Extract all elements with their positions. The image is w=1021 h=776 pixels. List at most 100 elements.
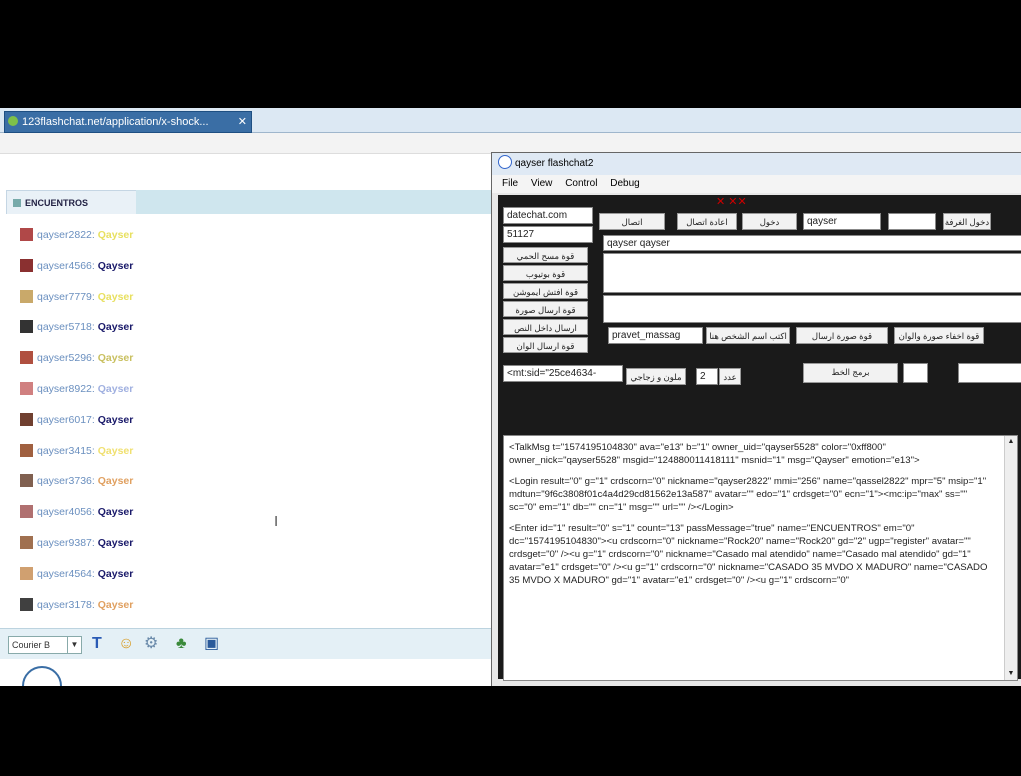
- message-text: Qayser: [97, 506, 134, 519]
- password-field[interactable]: [888, 213, 936, 230]
- chevron-down-icon: ▼: [67, 637, 81, 653]
- avatar-icon[interactable]: [20, 566, 33, 580]
- small-field[interactable]: [903, 363, 928, 383]
- program-font-button[interactable]: برمج الخط: [803, 363, 898, 383]
- browser-bar: [0, 133, 1021, 154]
- menu-debug[interactable]: Debug: [610, 178, 639, 189]
- menu-file[interactable]: File: [502, 178, 518, 189]
- username-field[interactable]: qayser: [803, 213, 881, 230]
- left-button-3[interactable]: قوة افتش ايموشن: [503, 283, 588, 299]
- message-nick[interactable]: qayser3736:: [37, 475, 95, 487]
- room-name: ENCUENTROS: [25, 198, 89, 208]
- message-nick[interactable]: qayser9387:: [37, 537, 95, 549]
- app-icon: [498, 155, 512, 169]
- chat-message: qayser8922: Qayser: [20, 380, 133, 398]
- left-button-1[interactable]: قوة مسح الحمي: [503, 247, 588, 263]
- server-field[interactable]: datechat.com: [503, 207, 593, 224]
- color-glass-button[interactable]: ملون و زجاجي: [626, 368, 686, 385]
- window-icon[interactable]: ▣: [204, 634, 219, 654]
- port-field[interactable]: 51127: [503, 226, 593, 243]
- avatar-icon[interactable]: [20, 258, 33, 272]
- message-text: Qayser: [97, 290, 134, 303]
- display-name-field[interactable]: qayser qayser: [603, 235, 1021, 251]
- private-target-field[interactable]: اكتب اسم الشخص هنا: [706, 327, 790, 344]
- debug-log[interactable]: <TalkMsg t="1574195104830" ava="e13" b="…: [503, 435, 1018, 681]
- message-text: Qayser: [97, 598, 134, 611]
- log-entry: <Login result="0" g="1" crdscorn="0" nic…: [509, 476, 987, 513]
- message-nick[interactable]: qayser6017:: [37, 414, 95, 426]
- login-button[interactable]: دخول: [742, 213, 797, 230]
- chat-toolbar: Courier B ▼ T ☺ ⚙ ♣ ▣: [0, 628, 496, 659]
- message-text: Qayser: [97, 229, 134, 241]
- message-area-2[interactable]: [603, 295, 1021, 323]
- log-scrollbar[interactable]: ▲ ▼: [1004, 436, 1017, 680]
- browser-tab[interactable]: 123flashchat.net/application/x-shock... …: [4, 111, 252, 133]
- session-id-field[interactable]: <mt:sid="25ce4634-: [503, 365, 623, 382]
- settings-icon[interactable]: ⚙: [144, 634, 158, 654]
- message-text: Qayser: [97, 352, 134, 365]
- avatar-icon[interactable]: [20, 320, 33, 334]
- avatar-icon[interactable]: [20, 443, 33, 457]
- avatar-icon[interactable]: [20, 412, 33, 426]
- profile-icon[interactable]: [22, 666, 62, 686]
- avatar-icon[interactable]: [20, 474, 33, 488]
- close-tab-icon[interactable]: ✕: [238, 112, 247, 132]
- message-nick[interactable]: qayser8922:: [37, 383, 95, 395]
- left-button-5[interactable]: ارسال داخل النص: [503, 319, 588, 335]
- chat-message: qayser4564: Qayser: [20, 565, 133, 583]
- avatar-icon[interactable]: [20, 536, 33, 549]
- menu-view[interactable]: View: [531, 178, 553, 189]
- message-nick[interactable]: qayser2822:: [37, 229, 95, 241]
- room-tab[interactable]: ENCUENTROS: [6, 190, 138, 215]
- chat-message: qayser3178: Qayser: [20, 596, 133, 614]
- message-nick[interactable]: qayser5296:: [37, 352, 95, 364]
- private-message-field[interactable]: pravet_massag: [608, 327, 703, 344]
- message-nick[interactable]: qayser4566:: [37, 260, 95, 272]
- font-select[interactable]: Courier B ▼: [8, 636, 82, 654]
- message-text: Qayser: [97, 475, 134, 488]
- font-select-value: Courier B: [12, 640, 51, 650]
- hide-image-button[interactable]: قوة اخفاء صورة والوان: [894, 327, 984, 344]
- message-nick[interactable]: qayser3178:: [37, 599, 95, 611]
- avatar-icon[interactable]: [20, 382, 33, 395]
- browser-tab-strip: 123flashchat.net/application/x-shock... …: [0, 108, 1021, 133]
- scroll-up-icon[interactable]: ▲: [1005, 436, 1017, 448]
- send-image-button[interactable]: قوة صورة ارسال: [796, 327, 888, 344]
- enter-room-button[interactable]: دخول الغرفة: [943, 213, 991, 230]
- connect-button[interactable]: اتصال: [599, 213, 665, 230]
- scroll-down-icon[interactable]: ▼: [1005, 668, 1017, 680]
- browser-viewport: 123flashchat.net/application/x-shock... …: [0, 108, 1021, 686]
- avatar-icon[interactable]: [20, 228, 33, 241]
- avatar-icon[interactable]: [20, 351, 33, 365]
- menu-control[interactable]: Control: [565, 178, 597, 189]
- message-nick[interactable]: qayser4056:: [37, 506, 95, 518]
- left-button-4[interactable]: قوة ارسال صورة: [503, 301, 588, 317]
- chat-message: qayser5718: Qayser: [20, 318, 133, 336]
- window-titlebar: qayser flashchat2: [492, 153, 1021, 176]
- right-field[interactable]: [958, 363, 1021, 383]
- chat-message-list: qayser2822: Qayser qayser4566: Qayser qays…: [0, 214, 496, 628]
- chat-message: qayser4056: Qayser: [20, 503, 133, 521]
- room-tab-bar: [136, 190, 496, 214]
- count-field[interactable]: 2: [696, 368, 718, 385]
- left-button-6[interactable]: قوة ارسال الوان: [503, 337, 588, 353]
- message-nick[interactable]: qayser3415:: [37, 445, 95, 457]
- emoticon-icon[interactable]: ☺: [118, 634, 134, 654]
- avatar-icon[interactable]: [20, 289, 33, 303]
- avatar-icon[interactable]: [20, 597, 33, 611]
- message-nick[interactable]: qayser4564:: [37, 568, 95, 580]
- left-button-2[interactable]: قوة بوتيوب: [503, 265, 588, 281]
- chat-message: qayser5296: Qayser: [20, 349, 133, 367]
- message-nick[interactable]: qayser7779:: [37, 291, 95, 303]
- message-text: Qayser: [97, 444, 134, 457]
- chat-message: qayser2822: Qayser: [20, 226, 133, 244]
- avatar-icon[interactable]: [20, 505, 33, 519]
- reconnect-button[interactable]: اعادة اتصال: [677, 213, 737, 230]
- message-nick[interactable]: qayser5718:: [37, 321, 95, 333]
- window-title: qayser flashchat2: [515, 158, 594, 169]
- control-panel: ✕ ✕✕ datechat.com 51127 اتصال اعادة اتصا…: [498, 195, 1021, 681]
- text-format-icon[interactable]: T: [92, 634, 102, 654]
- gift-icon[interactable]: ♣: [176, 634, 187, 654]
- message-area[interactable]: [603, 253, 1021, 293]
- chat-message: qayser4566: Qayser: [20, 257, 133, 275]
